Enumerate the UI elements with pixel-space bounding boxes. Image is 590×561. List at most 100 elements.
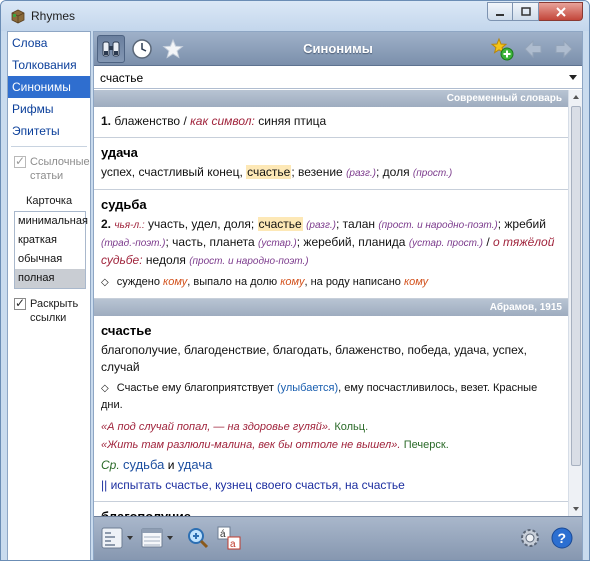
quote-author: Печерск.: [403, 439, 449, 451]
entry-headword: судьба: [101, 197, 147, 212]
synonym-text: участь, удел, доля;: [148, 217, 255, 231]
maximize-icon: [520, 6, 531, 16]
add-favorite-button[interactable]: [488, 35, 516, 63]
expand-links-label: Раскрыть ссылки: [30, 298, 79, 324]
sidebar: Слова Толкования Синонимы Рифмы Эпитеты …: [7, 31, 91, 560]
main-panel: Синонимы счастье Современный словарь 1. …: [93, 31, 583, 560]
chevron-down-icon: [167, 536, 173, 540]
style-label: (прост.): [412, 168, 453, 179]
close-button[interactable]: [539, 2, 583, 21]
diamond-icon: ◇: [101, 277, 109, 288]
conjunction: и: [167, 458, 175, 472]
style-label: (прост. и народно-поэт.): [378, 220, 498, 231]
card-option-full[interactable]: полная: [15, 269, 85, 288]
phrase-line: ◇ Счастье ему благоприятствует (улыбаетс…: [101, 380, 560, 414]
app-icon: [11, 9, 25, 24]
forward-button[interactable]: [550, 35, 578, 63]
scroll-down-icon: [573, 507, 579, 511]
phraseology-links[interactable]: || испытать счастье, кузнец своего счаст…: [101, 477, 560, 494]
usage-label: как символ:: [190, 114, 255, 128]
card-label: Карточка: [26, 195, 73, 207]
settings-button[interactable]: [518, 525, 542, 551]
see-also-link-udacha[interactable]: удача: [178, 457, 213, 472]
quote-text: «А под случай попал, — на здоровье гуляй…: [101, 421, 331, 433]
highlighted-word[interactable]: счастье: [246, 165, 292, 179]
sidebar-divider: [11, 146, 87, 147]
font-size-button[interactable]: á a: [216, 525, 242, 551]
scrollbar-thumb[interactable]: [571, 106, 581, 466]
window-title: Rhymes: [31, 9, 76, 23]
nav-item-synonyms[interactable]: Синонимы: [8, 76, 90, 98]
font-size-icon: á a: [217, 526, 241, 550]
highlighted-word[interactable]: счастье: [257, 217, 303, 231]
entry-headword: благополучие: [101, 508, 560, 516]
entry-line: благополучие, благоденствие, благодать, …: [101, 343, 527, 374]
see-also-label: Ср.: [101, 458, 120, 472]
search-input[interactable]: [100, 69, 560, 86]
quote-line: «Жить там разлюли-малина, век бы оттоле …: [101, 436, 560, 454]
nav-item-rhymes[interactable]: Рифмы: [8, 98, 90, 120]
synonym-text: недоля: [145, 253, 186, 267]
phrase-text: суждено: [116, 276, 160, 288]
chevron-down-icon[interactable]: [568, 72, 578, 82]
maximize-button[interactable]: [513, 2, 539, 21]
synonym-text: успех, счастливый конец,: [101, 165, 243, 179]
ref-articles-label: Ссылочные статьи: [30, 156, 90, 182]
back-button[interactable]: [519, 35, 547, 63]
nav-item-words[interactable]: Слова: [8, 32, 90, 54]
window-controls: [487, 2, 583, 21]
scroll-up-button[interactable]: [569, 90, 583, 104]
help-button[interactable]: ?: [550, 525, 574, 551]
govern-label: кому: [280, 276, 305, 288]
card-option-short[interactable]: краткая: [15, 231, 85, 250]
govern-label: кому: [163, 276, 188, 288]
zoom-button[interactable]: [186, 525, 210, 551]
phrase-text: , выпало на долю: [187, 276, 278, 288]
close-icon: [555, 6, 566, 17]
separator: /: [183, 114, 187, 128]
bottom-toolbar: á a ?: [94, 516, 582, 560]
nav-item-epithets[interactable]: Эпитеты: [8, 120, 90, 142]
phrase-text: , на роду написано: [304, 276, 401, 288]
arrow-right-icon: [555, 39, 573, 59]
synonym-text: ; жеребий, планида: [296, 235, 406, 249]
phrase-variant: (улыбается): [276, 382, 339, 394]
quote-line: «А под случай попал, — на здоровье гуляй…: [101, 418, 560, 436]
entry-sudba: судьба 2. чья-л.: участь, удел, доля; сч…: [94, 190, 568, 299]
synonym-text: синяя птица: [258, 114, 327, 128]
sort-button[interactable]: [100, 525, 134, 551]
entry-line: 1. блаженство / как символ: синяя птица: [101, 113, 560, 130]
expand-links-checkbox[interactable]: Раскрыть ссылки: [8, 289, 90, 327]
minimize-icon: [496, 13, 504, 16]
toolbar: Синонимы: [94, 32, 582, 66]
search-combobox[interactable]: [94, 67, 582, 89]
entry-headword: удача: [101, 145, 138, 160]
checkbox-icon: [14, 154, 26, 168]
sort-alphabet-icon: [101, 527, 123, 549]
source-header-modern: Современный словарь: [94, 90, 568, 107]
style-label: (трад.-поэт.): [101, 238, 166, 249]
entry-headword: счастье: [101, 323, 152, 338]
synonym-text: ; часть, планета: [165, 235, 255, 249]
separator: /: [486, 235, 490, 249]
entry-blagopoluchie: благополучие: [94, 502, 568, 516]
view-options-button[interactable]: [140, 525, 174, 551]
style-label: (устар. прост.): [408, 238, 484, 249]
see-also-link-sudba[interactable]: судьба: [123, 457, 164, 472]
scroll-down-button[interactable]: [569, 502, 583, 516]
vertical-scrollbar[interactable]: [568, 90, 582, 516]
help-icon: ?: [551, 527, 573, 549]
synonyms-content: Современный словарь 1. блаженство / как …: [94, 90, 568, 516]
diamond-icon: ◇: [101, 383, 109, 394]
nav-item-definitions[interactable]: Толкования: [8, 54, 90, 76]
arrow-left-icon: [524, 39, 542, 59]
title-bar: Rhymes: [1, 1, 589, 31]
meaning-number: 1.: [101, 114, 112, 128]
checkbox-icon: [14, 296, 26, 310]
phrase-line: ◇ суждено кому, выпало на долю кому, на …: [101, 274, 560, 291]
govern-label: кому: [403, 276, 429, 288]
card-option-minimal[interactable]: минимальная: [15, 212, 88, 231]
ref-articles-checkbox[interactable]: Ссылочные статьи: [8, 151, 90, 185]
card-option-normal[interactable]: обычная: [15, 250, 85, 269]
minimize-button[interactable]: [487, 2, 513, 21]
